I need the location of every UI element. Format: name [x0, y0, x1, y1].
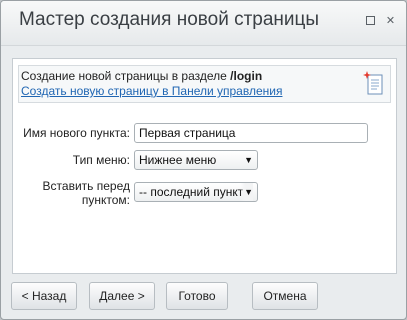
info-text: Создание новой страницы в разделе /login	[21, 69, 262, 83]
dropdown-arrow-icon: ▼	[244, 155, 253, 165]
insert-before-label-line1: Вставить перед	[42, 179, 130, 193]
dialog-titlebar[interactable]: Мастер создания новой страницы ✕	[1, 1, 406, 46]
insert-before-select[interactable]: -- последний пункт - ▼	[134, 182, 258, 202]
window-controls: ✕	[365, 15, 396, 27]
next-button[interactable]: Далее >	[89, 282, 155, 310]
insert-before-label-line2: пунктом:	[81, 193, 130, 207]
dialog-title: Мастер создания новой страницы	[19, 9, 320, 30]
menu-type-select[interactable]: Нижнее меню ▼	[134, 150, 258, 170]
done-button[interactable]: Готово	[166, 282, 228, 310]
new-page-icon	[363, 71, 383, 95]
control-panel-link[interactable]: Создать новую страницу в Панели управлен…	[21, 84, 282, 98]
cancel-button[interactable]: Отмена	[252, 282, 318, 310]
dialog-content: Создание новой страницы в разделе /login…	[12, 58, 397, 274]
back-button[interactable]: < Назад	[11, 282, 77, 310]
item-name-input[interactable]: Первая страница	[134, 123, 368, 143]
info-text-prefix: Создание новой страницы в разделе	[21, 69, 231, 83]
close-icon[interactable]: ✕	[385, 15, 396, 27]
maximize-icon[interactable]	[365, 15, 376, 26]
info-panel: Создание новой страницы в разделе /login…	[18, 65, 391, 103]
dropdown-arrow-icon: ▼	[240, 183, 253, 201]
menu-type-label: Тип меню:	[72, 153, 130, 167]
menu-type-value: Нижнее меню	[139, 153, 217, 167]
item-name-label: Имя нового пункта:	[23, 126, 130, 140]
section-path: /login	[230, 69, 263, 83]
insert-before-label: Вставить перед пунктом:	[13, 179, 130, 207]
wizard-dialog: Мастер создания новой страницы ✕ Создани…	[0, 0, 407, 320]
insert-before-value: -- последний пункт -	[139, 185, 251, 199]
